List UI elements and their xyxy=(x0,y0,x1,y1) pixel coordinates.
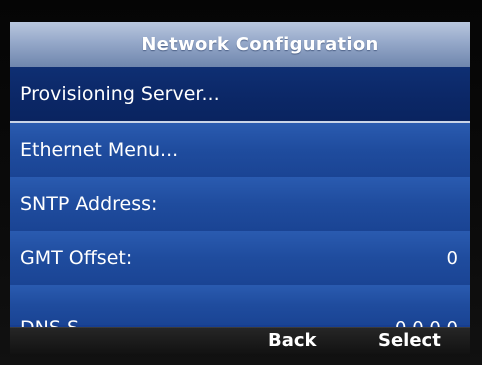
phone-screen: Network Configuration Provisioning Serve… xyxy=(10,22,470,354)
menu-item-label: Ethernet Menu... xyxy=(20,139,179,161)
title-bar: Network Configuration xyxy=(10,22,470,67)
menu-item-dns-server[interactable]: DNS S 0.0.0.0 xyxy=(10,285,470,339)
network-config-menu: Provisioning Server... Ethernet Menu... … xyxy=(10,67,470,339)
softkey-bar: Back Select xyxy=(10,327,470,354)
screen-title: Network Configuration xyxy=(141,34,379,55)
menu-item-value: 0 xyxy=(446,247,458,269)
back-softkey[interactable]: Back xyxy=(268,330,317,352)
menu-item-label: SNTP Address: xyxy=(20,193,158,215)
menu-item-label: Provisioning Server... xyxy=(20,83,220,105)
menu-item-label: GMT Offset: xyxy=(20,247,133,269)
menu-item-sntp-address[interactable]: SNTP Address: xyxy=(10,177,470,231)
select-softkey[interactable]: Select xyxy=(378,330,441,352)
menu-item-ethernet-menu[interactable]: Ethernet Menu... xyxy=(10,123,470,177)
menu-item-gmt-offset[interactable]: GMT Offset: 0 xyxy=(10,231,470,285)
menu-item-provisioning-server[interactable]: Provisioning Server... xyxy=(10,67,470,123)
